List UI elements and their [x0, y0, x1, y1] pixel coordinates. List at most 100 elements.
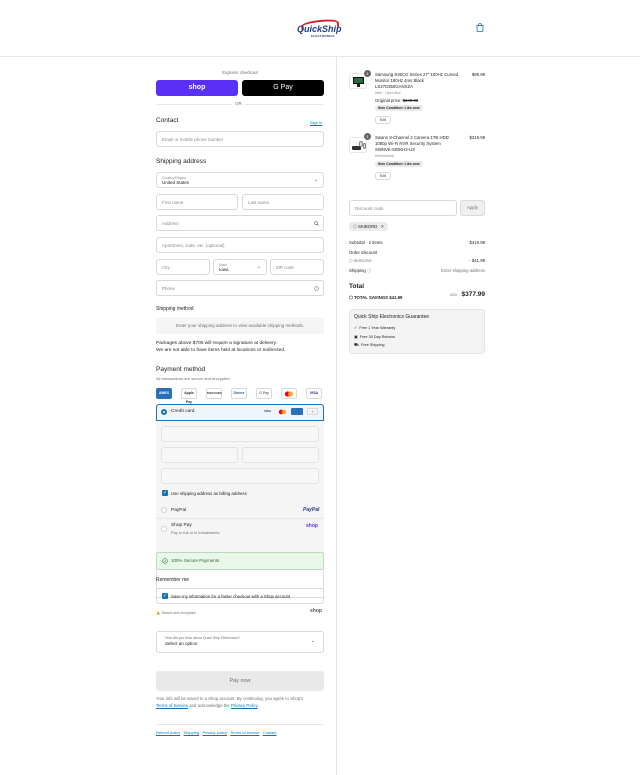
- state-select[interactable]: State Iowa ⌄: [213, 259, 267, 275]
- card-name-field[interactable]: [161, 468, 319, 484]
- card-number-field[interactable]: [161, 426, 319, 442]
- total-savings-value: $41.99: [389, 295, 403, 300]
- edit-item-button[interactable]: Edit: [375, 172, 392, 180]
- guarantee-item: ▣ Free 30 Day Returns: [354, 334, 395, 339]
- mastercard-mini-icon: [278, 409, 287, 415]
- guarantee-item-label: Free 30 Day Returns: [359, 335, 395, 339]
- footer-link-refund[interactable]: Refund policy: [156, 730, 180, 735]
- paypal-radio[interactable]: [161, 507, 167, 513]
- sign-in-link[interactable]: Sign in: [310, 120, 322, 125]
- calendar-icon: ▣: [354, 335, 358, 339]
- camera-2: [363, 143, 366, 149]
- subtotal-label: Subtotal · 2 items: [349, 240, 383, 245]
- footer-link-contact[interactable]: Contact: [263, 730, 277, 735]
- amex-mini-icon: [291, 408, 303, 415]
- tag-icon: ⬡: [349, 258, 353, 263]
- remove-code-icon[interactable]: ✕: [381, 224, 385, 229]
- shopping-bag-icon[interactable]: [476, 23, 484, 32]
- subtotal-value: $419.98: [469, 240, 485, 245]
- pay-now-button[interactable]: Pay now: [156, 671, 324, 691]
- paypal-label: PayPal: [171, 508, 187, 513]
- first-name-field[interactable]: First name: [156, 194, 238, 210]
- survey-value: Select an option: [165, 641, 198, 646]
- payment-subtitle: All transactions are secure and encrypte…: [156, 376, 231, 381]
- item-title: Samsung S36CG Series 27" 100Hz Curved Mo…: [375, 72, 470, 90]
- total-savings-label: TOTAL SAVINGS: [353, 295, 389, 300]
- legal-end: .: [257, 703, 259, 708]
- apply-discount-button[interactable]: Apply: [460, 200, 485, 216]
- last-name-field[interactable]: Last name: [242, 194, 324, 210]
- visa-mini-icon: VISA: [264, 409, 272, 413]
- product-image-security-system: [349, 137, 367, 153]
- address-field[interactable]: Address: [156, 215, 324, 231]
- chevron-down-icon: ⌄: [313, 177, 318, 183]
- item-quantity-badge: 1: [364, 70, 371, 77]
- payment-divider: [156, 518, 324, 519]
- item-condition: New · Open Box: [375, 91, 401, 95]
- footer-link-privacy[interactable]: Privacy policy: [203, 730, 227, 735]
- card-expiry-field[interactable]: [161, 447, 238, 463]
- city-field[interactable]: City: [156, 259, 210, 275]
- country-select[interactable]: Country/Region United States ⌄: [156, 172, 324, 188]
- express-checkout-label: Express checkout: [222, 70, 258, 75]
- applied-code-label: SKIBORD: [357, 224, 378, 229]
- notice-line-1: Packages above $700 will require a signa…: [156, 341, 277, 346]
- secure-payments-label: 100% Secure Payments: [171, 558, 220, 563]
- phone-field[interactable]: Phone: [156, 280, 324, 296]
- item-quantity-badge: 1: [364, 133, 371, 140]
- diners-icon: Diners: [231, 388, 247, 399]
- shipping-notice: Packages above $700 will require a signa…: [156, 340, 285, 354]
- footer-divider: [156, 724, 324, 725]
- item-condition-pill: Item Condition: Like-new: [375, 161, 423, 167]
- google-pay-icon: G Pay: [256, 388, 272, 399]
- edit-item-button[interactable]: Edit: [375, 116, 392, 124]
- zip-field[interactable]: ZIP code: [270, 259, 324, 275]
- applied-discount-chip: ⬡ SKIBORD ✕: [349, 222, 389, 231]
- order-discount-value: - $41.99: [469, 258, 485, 263]
- checkmark-icon: ✓: [354, 326, 358, 330]
- visa-icon: VISA: [306, 388, 322, 399]
- shop-pay-label: Shop Pay: [171, 523, 192, 528]
- privacy-link[interactable]: Privacy Policy: [231, 703, 257, 708]
- footer-link-terms[interactable]: Terms of service: [230, 730, 259, 735]
- shop-logo: shop: [310, 608, 322, 614]
- apple-pay-icon: Apple Pay: [181, 388, 197, 404]
- paypal-logo: PayPal: [303, 507, 320, 513]
- survey-select[interactable]: How did you hear about Quick Ship Electr…: [156, 631, 324, 653]
- chevron-down-icon: ⌄: [310, 638, 315, 644]
- help-circle-icon[interactable]: ⓘ: [367, 268, 371, 273]
- apartment-field[interactable]: Apartment, suite, etc. (optional): [156, 237, 324, 253]
- item-price: $319.99: [469, 135, 485, 140]
- remember-me-title: Remember me: [156, 577, 190, 583]
- monitor-screen: [353, 77, 364, 84]
- guarantee-title: Quick Ship Electronics Guarantee: [354, 314, 430, 320]
- shipping-method-placeholder: Enter your shipping address to view avai…: [156, 317, 324, 334]
- discount-code-field[interactable]: Discount code: [349, 200, 457, 216]
- footer-link-shipping[interactable]: Shipping: [184, 730, 200, 735]
- billing-same-label: Use shipping address as billing address: [171, 491, 247, 496]
- legal-text-2: and acknowledge the: [189, 703, 230, 708]
- shop-pay-express-button[interactable]: shop: [156, 80, 238, 96]
- google-pay-express-button[interactable]: G Pay: [242, 80, 324, 96]
- mastercard-circles-icon: [284, 391, 294, 397]
- original-price: Original price: $249.99: [375, 98, 418, 103]
- order-discount-code-text: SKIBORD: [353, 258, 372, 263]
- shop-pay-radio[interactable]: [161, 526, 167, 532]
- billing-same-checkbox[interactable]: ✓: [162, 490, 168, 496]
- state-value: Iowa: [219, 267, 229, 272]
- credit-card-radio[interactable]: [161, 409, 167, 415]
- legal-text: Your info will be saved to a Shop accoun…: [156, 695, 324, 709]
- email-field[interactable]: Email or mobile phone number: [156, 131, 324, 147]
- save-info-checkbox[interactable]: ✓: [162, 593, 168, 599]
- shield-check-icon: [162, 558, 168, 564]
- item-title-line: SWNVK-500KH2-US: [375, 147, 416, 152]
- total-amount: $377.99: [461, 291, 486, 298]
- item-title-line: LS27D360GANXZA: [375, 84, 413, 89]
- item-price: $99.99: [471, 72, 485, 77]
- shipping-address-title: Shipping address: [156, 158, 207, 165]
- help-circle-icon[interactable]: ?: [314, 286, 319, 291]
- terms-link[interactable]: Terms of Service: [156, 703, 188, 708]
- brand-logo[interactable]: QuickShip ELECTRONICS: [297, 18, 343, 41]
- card-cvv-field[interactable]: [242, 447, 319, 463]
- chevron-down-icon: ⌄: [256, 264, 261, 270]
